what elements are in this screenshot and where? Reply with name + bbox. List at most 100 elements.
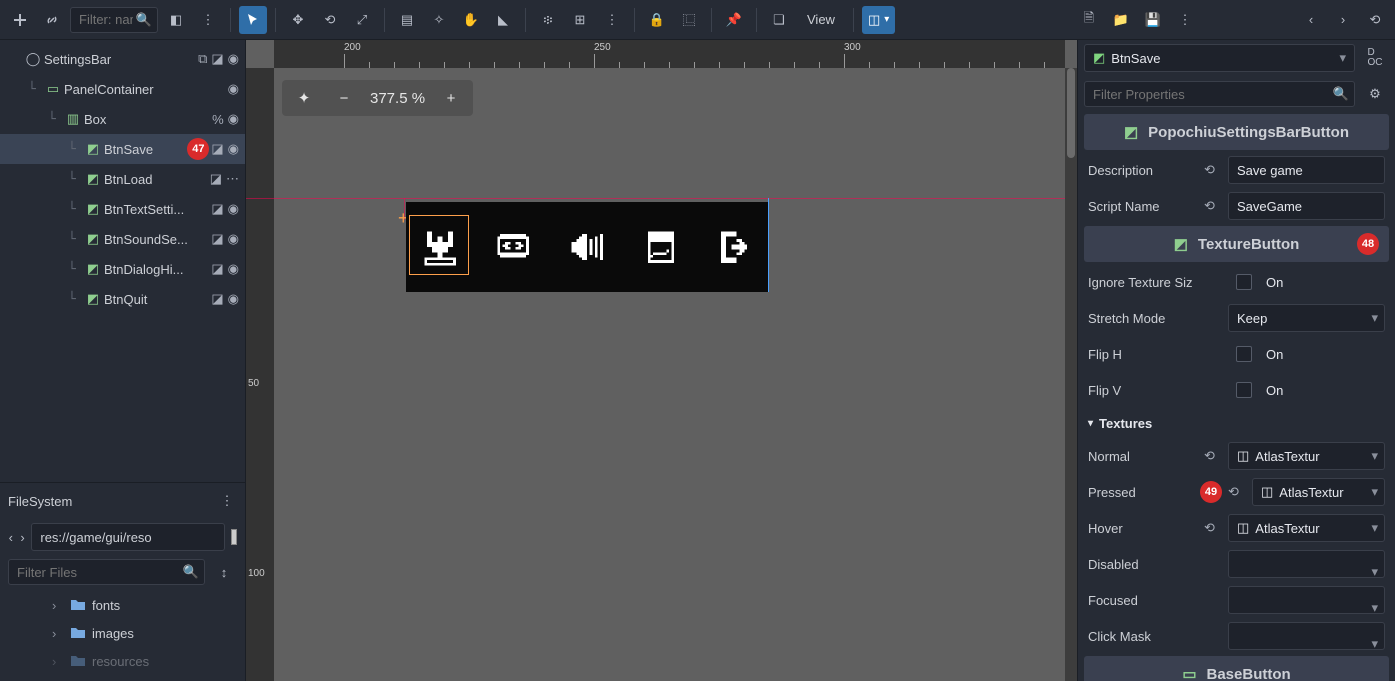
eye-icon[interactable]: ◉: [228, 231, 239, 247]
viewport[interactable]: 200250300350 50100 ✦ − 377.5 % + +: [246, 40, 1077, 681]
reset-icon[interactable]: ⟲: [1204, 162, 1222, 178]
prop-value-input[interactable]: SaveGame: [1228, 192, 1385, 220]
tree-node-btndialoghi[interactable]: └ ◩ BtnDialogHi...◪◉: [0, 254, 245, 284]
prop-resource-empty[interactable]: ▾: [1228, 550, 1385, 578]
reset-icon[interactable]: ⟲: [1204, 448, 1222, 464]
inst-icon[interactable]: ⧉: [198, 51, 207, 67]
prop-resource-empty[interactable]: ▾: [1228, 586, 1385, 614]
script-icon[interactable]: ◪: [211, 291, 223, 307]
prop-resource[interactable]: ◫ AtlasTextur▾: [1228, 442, 1385, 470]
smart-tool-icon[interactable]: ✧: [425, 6, 453, 34]
eye-icon[interactable]: ◉: [228, 291, 239, 307]
script-icon[interactable]: ◪: [211, 201, 223, 217]
scene-tool-a-icon[interactable]: ◧: [162, 6, 190, 34]
snap-dots-icon[interactable]: ፨: [534, 6, 562, 34]
snap-more-icon[interactable]: ⋮: [598, 6, 626, 34]
viewport-scrollbar[interactable]: [1065, 68, 1077, 681]
rotate-tool-icon[interactable]: ⟲: [316, 6, 344, 34]
prop-checkbox[interactable]: On: [1228, 268, 1385, 296]
class-header-popochiusettingsbarbutton[interactable]: ◩PopochiuSettingsBarButton: [1084, 114, 1389, 150]
fs-split-icon[interactable]: ⋮: [217, 491, 237, 511]
ruler-tool-icon[interactable]: ◣: [489, 6, 517, 34]
eye-icon[interactable]: ◉: [228, 261, 239, 277]
node-type-icon: ◩: [84, 261, 102, 277]
tree-node-box[interactable]: └ ▥ Box%◉: [0, 104, 245, 134]
fs-path-input[interactable]: [31, 523, 225, 551]
tree-node-btnload[interactable]: └ ◩ BtnLoad◪⋯: [0, 164, 245, 194]
zoom-in-icon[interactable]: +: [437, 84, 465, 112]
eye-icon[interactable]: ◉: [228, 201, 239, 217]
inspector-filter-input[interactable]: [1084, 81, 1355, 107]
script-icon[interactable]: ◪: [211, 231, 223, 247]
docs-icon[interactable]: DOC: [1361, 44, 1389, 72]
fs-fwd-icon[interactable]: ›: [20, 524, 26, 550]
tree-node-btnquit[interactable]: └ ◩ BtnQuit◪◉: [0, 284, 245, 314]
scale-tool-icon[interactable]: ⤢: [348, 6, 376, 34]
category-textures[interactable]: ▾Textures: [1078, 408, 1395, 438]
add-node-icon[interactable]: [6, 6, 34, 34]
inspector-settings-icon[interactable]: ⚙: [1361, 80, 1389, 108]
fs-item-fonts[interactable]: › fonts: [8, 591, 245, 619]
zoom-level[interactable]: 377.5 %: [370, 90, 425, 107]
nav-fwd-icon[interactable]: ›: [1329, 6, 1357, 34]
grid-snap-dropdown[interactable]: ◫ ▾: [862, 6, 895, 34]
script-icon[interactable]: ◪: [211, 141, 223, 157]
tree-node-btnsave[interactable]: └ ◩ BtnSave47◪◉: [0, 134, 245, 164]
tree-node-btnsoundse[interactable]: └ ◩ BtnSoundSe...◪◉: [0, 224, 245, 254]
fs-back-icon[interactable]: ‹: [8, 524, 14, 550]
link-icon[interactable]: [38, 6, 66, 34]
eye-icon[interactable]: ◉: [228, 81, 239, 97]
inspector-more-icon[interactable]: ⋮: [1171, 6, 1199, 34]
prop-resource[interactable]: ◫ AtlasTextur▾: [1228, 514, 1385, 542]
zoom-out-icon[interactable]: −: [330, 84, 358, 112]
nav-back-icon[interactable]: ‹: [1297, 6, 1325, 34]
group-icon[interactable]: ⿺: [675, 6, 703, 34]
tree-node-panelcontainer[interactable]: └ ▭ PanelContainer◉: [0, 74, 245, 104]
prop-dropdown[interactable]: Keep▾: [1228, 304, 1385, 332]
layers-icon[interactable]: ❏: [765, 6, 793, 34]
fs-path-square-icon[interactable]: [231, 529, 237, 545]
prop-resource[interactable]: ◫ AtlasTextur▾: [1252, 478, 1385, 506]
fs-item-images[interactable]: › images: [8, 619, 245, 647]
script-icon[interactable]: ◪: [210, 171, 222, 187]
class-icon: ◩: [1174, 235, 1188, 253]
reset-icon[interactable]: ⟲: [1204, 198, 1222, 214]
eye-icon[interactable]: ◉: [228, 141, 239, 157]
prop-checkbox[interactable]: On: [1228, 340, 1385, 368]
view-menu[interactable]: View: [797, 12, 845, 27]
script-icon[interactable]: ◪: [211, 261, 223, 277]
list-tool-icon[interactable]: ▤: [393, 6, 421, 34]
reset-icon[interactable]: ⟲: [1204, 520, 1222, 536]
reset-icon[interactable]: ⟲: [1228, 484, 1246, 500]
lock-icon[interactable]: 🔒: [643, 6, 671, 34]
fs-item-resources[interactable]: › resources: [8, 647, 245, 675]
prop-checkbox[interactable]: On: [1228, 376, 1385, 404]
history-icon[interactable]: ⟲: [1361, 6, 1389, 34]
inspector-node-picker[interactable]: ◩ BtnSave ▾: [1084, 44, 1355, 72]
more-icon[interactable]: ⋯: [226, 171, 239, 187]
tree-node-settingsbar[interactable]: ◯ SettingsBar⧉◪◉: [0, 44, 245, 74]
pan-tool-icon[interactable]: ✋: [457, 6, 485, 34]
prop-resource-empty[interactable]: ▾: [1228, 622, 1385, 650]
scene-more-icon[interactable]: ⋮: [194, 6, 222, 34]
eye-icon[interactable]: ◉: [228, 111, 239, 127]
fs-sort-icon[interactable]: ↕: [211, 559, 237, 585]
class-header-basebutton[interactable]: ▭BaseButton: [1084, 656, 1389, 681]
fs-filter-input[interactable]: [8, 559, 205, 585]
prop-value-input[interactable]: Save game: [1228, 156, 1385, 184]
zoom-fit-icon[interactable]: ✦: [290, 84, 318, 112]
pct-icon[interactable]: %: [212, 112, 224, 127]
pin-icon[interactable]: 📌: [720, 6, 748, 34]
select-tool-icon[interactable]: [239, 6, 267, 34]
snap-grid-icon[interactable]: ⊞: [566, 6, 594, 34]
script-icon[interactable]: ◪: [211, 51, 223, 67]
eye-icon[interactable]: ◉: [228, 51, 239, 67]
annotation-badge: 48: [1357, 233, 1379, 255]
new-resource-icon[interactable]: 🗎: [1075, 6, 1103, 34]
prop-scriptname: Script Name⟲SaveGame: [1078, 188, 1395, 224]
class-header-texturebutton[interactable]: ◩TextureButton48: [1084, 226, 1389, 262]
save-resource-icon[interactable]: 💾: [1139, 6, 1167, 34]
tree-node-btntextsetti[interactable]: └ ◩ BtnTextSetti...◪◉: [0, 194, 245, 224]
load-resource-icon[interactable]: 📁: [1107, 6, 1135, 34]
move-tool-icon[interactable]: ✥: [284, 6, 312, 34]
